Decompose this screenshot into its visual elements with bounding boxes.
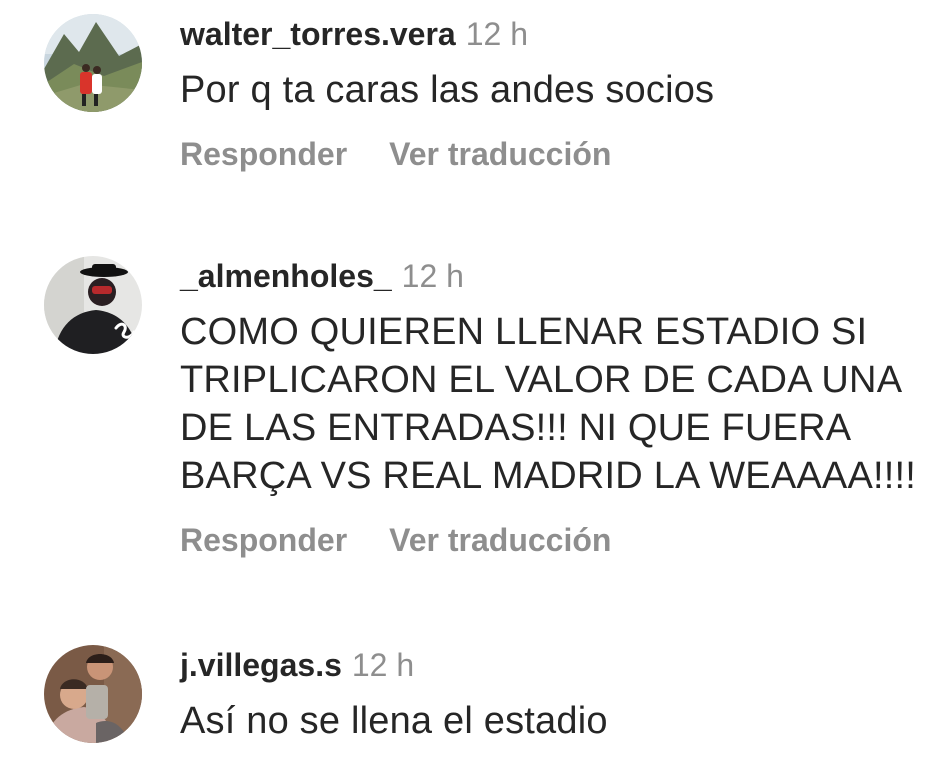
- comment-header: j.villegas.s 12 h: [180, 645, 939, 685]
- comment-actions: Responder Ver traducción: [180, 134, 939, 174]
- masked-person-avatar-icon: [44, 256, 142, 354]
- selfie-avatar-icon: [44, 645, 142, 743]
- mountain-photo-avatar-icon: [44, 14, 142, 112]
- comment-text: Así no se llena el estadio: [180, 700, 608, 742]
- username-link[interactable]: j.villegas.s: [180, 647, 342, 683]
- see-translation-button[interactable]: Ver traducción: [389, 520, 611, 560]
- username-link[interactable]: _almenholes_: [180, 258, 392, 294]
- comment-text: Por q ta caras las andes socios: [180, 69, 715, 111]
- user-avatar[interactable]: [44, 14, 142, 112]
- comment-text: COMO QUIEREN LLENAR ESTADIO SI TRIPLICAR…: [180, 311, 917, 497]
- comment-actions: Responder Ver traducción: [180, 520, 939, 560]
- user-avatar[interactable]: [44, 256, 142, 354]
- reply-button[interactable]: Responder: [180, 134, 347, 174]
- timestamp: 12 h: [351, 647, 415, 683]
- username-link[interactable]: walter_torres.vera: [180, 16, 456, 52]
- see-translation-button[interactable]: Ver traducción: [389, 134, 611, 174]
- comment-header: _almenholes_ 12 h: [180, 256, 939, 296]
- reply-button[interactable]: Responder: [180, 520, 347, 560]
- comment-header: walter_torres.vera 12 h: [180, 14, 939, 54]
- timestamp: 12 h: [401, 258, 464, 294]
- user-avatar[interactable]: [44, 645, 142, 743]
- timestamp: 12 h: [465, 16, 528, 52]
